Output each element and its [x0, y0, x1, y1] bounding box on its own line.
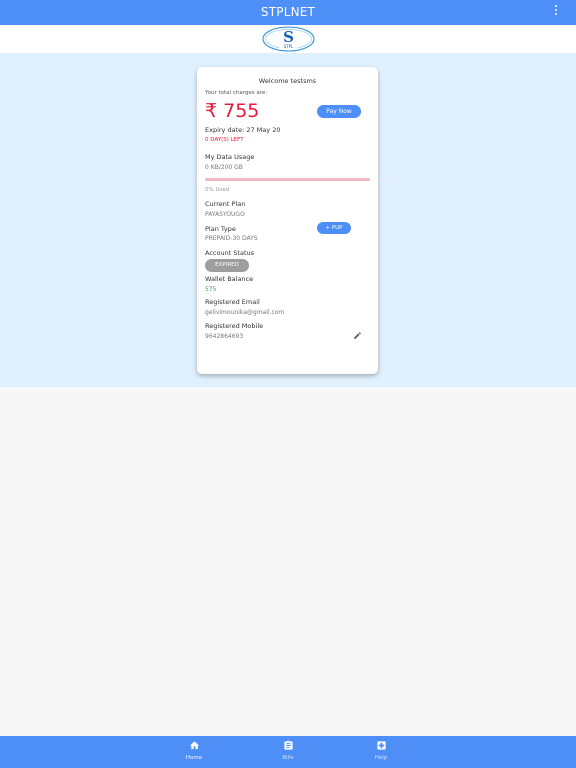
registered-mobile-value: 9642864693	[205, 333, 244, 340]
usage-percent-text: 0% Used	[205, 187, 230, 193]
nav-bills-label: Bills	[282, 755, 294, 761]
nav-home-label: Home	[185, 755, 203, 761]
registered-mobile-label: Registered Mobile	[205, 322, 264, 330]
total-charges-label: Your total charges are:	[205, 90, 268, 96]
data-usage-progress	[205, 178, 370, 181]
account-status-label: Account Status	[205, 249, 255, 257]
current-plan-value: PAYASYOUGO	[205, 211, 245, 218]
pup-button[interactable]: + PUP	[317, 222, 351, 234]
wallet-balance-label: Wallet Balance	[205, 275, 254, 283]
data-usage-value: 0 KB/200 GB	[205, 164, 243, 171]
wallet-balance-value: 575	[205, 286, 217, 293]
account-status-badge: EXPIRED	[205, 259, 249, 272]
nav-bills[interactable]: Bills	[268, 740, 308, 761]
app-title: STPLNET	[260, 5, 316, 19]
plan-type-value: PREPAID-30 DAYS	[205, 235, 258, 242]
logo-text: STPL	[284, 44, 294, 49]
registered-email-label: Registered Email	[205, 298, 260, 306]
data-usage-label: My Data Usage	[205, 153, 255, 161]
amount-value: ₹ 755	[205, 100, 260, 122]
expiry-date: Expiry date: 27 May 20	[205, 126, 281, 134]
medical-plus-icon	[376, 741, 386, 750]
bottom-nav: Home Bills Help	[0, 736, 576, 768]
more-vert-icon[interactable]	[554, 5, 558, 19]
clipboard-icon	[283, 740, 293, 750]
days-left: 0 DAY(S) LEFT	[205, 137, 244, 143]
nav-home[interactable]: Home	[174, 740, 214, 761]
home-icon	[189, 741, 199, 750]
edit-pencil-icon[interactable]	[353, 331, 362, 340]
logo-bar: S STPL	[0, 25, 576, 53]
stpl-logo: S STPL	[262, 26, 315, 52]
nav-help-label: Help	[374, 755, 388, 761]
current-plan-label: Current Plan	[205, 200, 246, 208]
plan-type-label: Plan Type	[205, 225, 236, 233]
registered-email-value: gelivimounika@gmail.com	[205, 309, 285, 316]
welcome-text: Welcome testsms	[258, 77, 317, 85]
nav-help[interactable]: Help	[361, 740, 401, 761]
app-bar: STPLNET	[0, 0, 576, 25]
account-card: Welcome testsms Your total charges are: …	[197, 67, 378, 374]
pay-now-button[interactable]: Pay Now	[317, 105, 361, 118]
